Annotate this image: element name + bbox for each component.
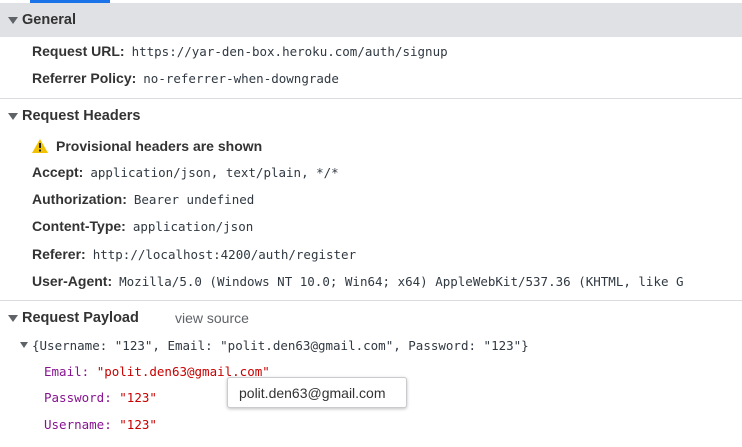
prop-value: "123" — [119, 417, 157, 432]
general-title: General — [22, 12, 76, 28]
request-headers-section-header[interactable]: Request Headers — [0, 99, 742, 133]
header-value[interactable]: Mozilla/5.0 (Windows NT 10.0; Win64; x64… — [119, 274, 683, 289]
referrer-policy-row: Referrer Policy: no-referrer-when-downgr… — [32, 70, 339, 86]
tooltip-text: polit.den63@gmail.com — [239, 384, 386, 401]
header-name: User-Agent: — [32, 273, 113, 289]
value-tooltip: polit.den63@gmail.com — [227, 377, 407, 408]
general-section-header[interactable]: General — [0, 3, 742, 37]
header-value[interactable]: Bearer undefined — [134, 192, 254, 207]
header-row-content-type: Content-Type: application/json — [32, 218, 253, 234]
header-row-authorization: Authorization: Bearer undefined — [32, 191, 254, 207]
header-value[interactable]: application/json, text/plain, */* — [90, 165, 338, 180]
view-source-link[interactable]: view source — [175, 310, 249, 326]
referrer-policy-label: Referrer Policy: — [32, 70, 137, 86]
header-name: Accept: — [32, 164, 84, 180]
header-name: Referer: — [32, 246, 86, 262]
payload-prop-username[interactable]: Username: "123" — [44, 417, 157, 432]
payload-prop-password[interactable]: Password: "123" — [44, 390, 157, 405]
request-payload-section-header[interactable]: Request Payload — [0, 301, 742, 335]
request-payload-title: Request Payload — [22, 310, 139, 326]
request-url-label: Request URL: — [32, 43, 125, 59]
triangle-down-icon — [8, 113, 18, 120]
payload-summary-text: {Username: "123", Email: "polit.den63@gm… — [32, 338, 529, 353]
provisional-warning: Provisional headers are shown — [32, 137, 269, 154]
payload-object-summary[interactable]: {Username: "123", Email: "polit.den63@gm… — [20, 338, 529, 353]
referrer-policy-value[interactable]: no-referrer-when-downgrade — [143, 71, 339, 86]
triangle-down-icon — [8, 315, 18, 322]
header-row-user-agent: User-Agent: Mozilla/5.0 (Windows NT 10.0… — [32, 273, 684, 289]
header-value[interactable]: http://localhost:4200/auth/register — [93, 247, 356, 262]
warning-icon — [32, 139, 48, 153]
header-value[interactable]: application/json — [133, 219, 253, 234]
header-row-accept: Accept: application/json, text/plain, */… — [32, 164, 339, 180]
triangle-down-icon — [20, 342, 28, 348]
request-url-row: Request URL: https://yar-den-box.heroku.… — [32, 43, 448, 59]
header-name: Authorization: — [32, 191, 127, 207]
prop-key: Username: — [44, 417, 112, 432]
prop-key: Password: — [44, 390, 112, 405]
request-headers-title: Request Headers — [22, 108, 141, 124]
prop-value: "123" — [119, 390, 157, 405]
header-name: Content-Type: — [32, 218, 126, 234]
provisional-warning-text: Provisional headers are shown — [56, 138, 263, 154]
prop-key: Email: — [44, 364, 90, 379]
triangle-down-icon — [8, 17, 18, 24]
header-row-referer: Referer: http://localhost:4200/auth/regi… — [32, 246, 356, 262]
request-url-value[interactable]: https://yar-den-box.heroku.com/auth/sign… — [132, 44, 448, 59]
